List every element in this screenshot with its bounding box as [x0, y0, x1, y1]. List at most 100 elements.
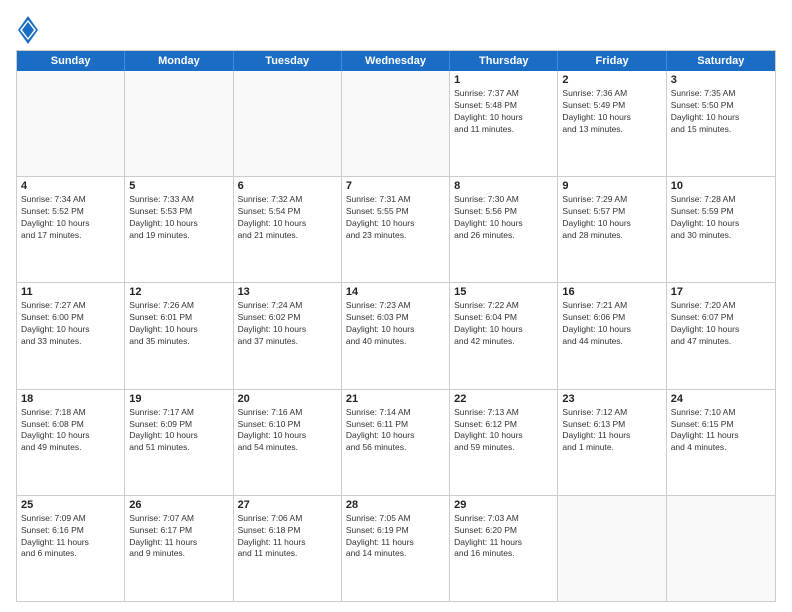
weekday-header: Monday	[125, 51, 233, 71]
calendar-cell	[342, 71, 450, 176]
day-number: 11	[21, 286, 120, 298]
day-number: 1	[454, 74, 553, 86]
calendar-cell: 21Sunrise: 7:14 AM Sunset: 6:11 PM Dayli…	[342, 390, 450, 495]
calendar-cell: 22 Sunrise: 7:13 AM Sunset: 6:12 PM Dayli…	[450, 390, 558, 495]
calendar-header: SundayMondayTuesdayWednesdayThursdayFrid…	[17, 51, 775, 71]
day-info: Sunrise: 7:32 AM Sunset: 5:54 PM Dayligh…	[238, 194, 337, 242]
calendar-cell: 4Sunrise: 7:34 AM Sunset: 5:52 PM Daylig…	[17, 177, 125, 282]
calendar-cell: 6 Sunrise: 7:32 AM Sunset: 5:54 PM Daylig…	[234, 177, 342, 282]
calendar-cell: 29Sunrise: 7:03 AM Sunset: 6:20 PM Dayli…	[450, 496, 558, 601]
day-info: Sunrise: 7:26 AM Sunset: 6:01 PM Dayligh…	[129, 300, 228, 348]
day-number: 19	[129, 393, 228, 405]
weekday-header: Thursday	[450, 51, 558, 71]
day-info: Sunrise: 7:13 AM Sunset: 6:12 PM Dayligh…	[454, 407, 553, 455]
calendar-cell: 9Sunrise: 7:29 AM Sunset: 5:57 PM Daylig…	[558, 177, 666, 282]
day-number: 14	[346, 286, 445, 298]
header	[16, 16, 776, 44]
calendar-cell	[125, 71, 233, 176]
calendar-cell: 15 Sunrise: 7:22 AM Sunset: 6:04 PM Dayli…	[450, 283, 558, 388]
day-info: Sunrise: 7:37 AM Sunset: 5:48 PM Dayligh…	[454, 88, 553, 136]
calendar-cell: 8 Sunrise: 7:30 AM Sunset: 5:56 PM Daylig…	[450, 177, 558, 282]
page: SundayMondayTuesdayWednesdayThursdayFrid…	[0, 0, 792, 612]
day-info: Sunrise: 7:20 AM Sunset: 6:07 PM Dayligh…	[671, 300, 771, 348]
day-info: Sunrise: 7:09 AM Sunset: 6:16 PM Dayligh…	[21, 513, 120, 561]
day-info: Sunrise: 7:22 AM Sunset: 6:04 PM Dayligh…	[454, 300, 553, 348]
calendar-cell: 12 Sunrise: 7:26 AM Sunset: 6:01 PM Dayli…	[125, 283, 233, 388]
day-info: Sunrise: 7:12 AM Sunset: 6:13 PM Dayligh…	[562, 407, 661, 455]
calendar-row: 1 Sunrise: 7:37 AM Sunset: 5:48 PM Daylig…	[17, 71, 775, 177]
day-info: Sunrise: 7:16 AM Sunset: 6:10 PM Dayligh…	[238, 407, 337, 455]
day-number: 7	[346, 180, 445, 192]
day-number: 25	[21, 499, 120, 511]
calendar-cell: 1 Sunrise: 7:37 AM Sunset: 5:48 PM Daylig…	[450, 71, 558, 176]
calendar-cell: 7 Sunrise: 7:31 AM Sunset: 5:55 PM Daylig…	[342, 177, 450, 282]
day-number: 3	[671, 74, 771, 86]
weekday-header: Friday	[558, 51, 666, 71]
day-info: Sunrise: 7:28 AM Sunset: 5:59 PM Dayligh…	[671, 194, 771, 242]
calendar-cell	[17, 71, 125, 176]
day-number: 22	[454, 393, 553, 405]
calendar-cell: 2 Sunrise: 7:36 AM Sunset: 5:49 PM Daylig…	[558, 71, 666, 176]
day-info: Sunrise: 7:36 AM Sunset: 5:49 PM Dayligh…	[562, 88, 661, 136]
day-info: Sunrise: 7:14 AM Sunset: 6:11 PM Dayligh…	[346, 407, 445, 455]
day-info: Sunrise: 7:29 AM Sunset: 5:57 PM Dayligh…	[562, 194, 661, 242]
calendar-cell: 14 Sunrise: 7:23 AM Sunset: 6:03 PM Dayli…	[342, 283, 450, 388]
day-info: Sunrise: 7:06 AM Sunset: 6:18 PM Dayligh…	[238, 513, 337, 561]
day-number: 6	[238, 180, 337, 192]
day-number: 17	[671, 286, 771, 298]
day-number: 28	[346, 499, 445, 511]
logo	[16, 16, 42, 44]
day-number: 18	[21, 393, 120, 405]
calendar-cell: 28 Sunrise: 7:05 AM Sunset: 6:19 PM Dayli…	[342, 496, 450, 601]
day-number: 10	[671, 180, 771, 192]
calendar-cell: 3 Sunrise: 7:35 AM Sunset: 5:50 PM Daylig…	[667, 71, 775, 176]
calendar-row: 11 Sunrise: 7:27 AM Sunset: 6:00 PM Dayli…	[17, 283, 775, 389]
day-number: 15	[454, 286, 553, 298]
day-number: 2	[562, 74, 661, 86]
calendar-cell: 25 Sunrise: 7:09 AM Sunset: 6:16 PM Dayli…	[17, 496, 125, 601]
day-info: Sunrise: 7:30 AM Sunset: 5:56 PM Dayligh…	[454, 194, 553, 242]
day-info: Sunrise: 7:05 AM Sunset: 6:19 PM Dayligh…	[346, 513, 445, 561]
day-info: Sunrise: 7:33 AM Sunset: 5:53 PM Dayligh…	[129, 194, 228, 242]
day-info: Sunrise: 7:35 AM Sunset: 5:50 PM Dayligh…	[671, 88, 771, 136]
calendar-row: 25 Sunrise: 7:09 AM Sunset: 6:16 PM Dayli…	[17, 496, 775, 601]
calendar-row: 18 Sunrise: 7:18 AM Sunset: 6:08 PM Dayli…	[17, 390, 775, 496]
weekday-header: Tuesday	[234, 51, 342, 71]
calendar-cell: 19 Sunrise: 7:17 AM Sunset: 6:09 PM Dayli…	[125, 390, 233, 495]
calendar-cell: 11 Sunrise: 7:27 AM Sunset: 6:00 PM Dayli…	[17, 283, 125, 388]
day-number: 13	[238, 286, 337, 298]
calendar-cell: 18 Sunrise: 7:18 AM Sunset: 6:08 PM Dayli…	[17, 390, 125, 495]
day-number: 12	[129, 286, 228, 298]
calendar-cell: 26 Sunrise: 7:07 AM Sunset: 6:17 PM Dayli…	[125, 496, 233, 601]
calendar-cell: 17 Sunrise: 7:20 AM Sunset: 6:07 PM Dayli…	[667, 283, 775, 388]
weekday-header: Wednesday	[342, 51, 450, 71]
day-number: 8	[454, 180, 553, 192]
day-number: 16	[562, 286, 661, 298]
day-info: Sunrise: 7:03 AM Sunset: 6:20 PM Dayligh…	[454, 513, 553, 561]
day-info: Sunrise: 7:27 AM Sunset: 6:00 PM Dayligh…	[21, 300, 120, 348]
calendar-cell	[558, 496, 666, 601]
day-number: 5	[129, 180, 228, 192]
weekday-header: Sunday	[17, 51, 125, 71]
day-info: Sunrise: 7:17 AM Sunset: 6:09 PM Dayligh…	[129, 407, 228, 455]
calendar-row: 4Sunrise: 7:34 AM Sunset: 5:52 PM Daylig…	[17, 177, 775, 283]
calendar-cell: 24 Sunrise: 7:10 AM Sunset: 6:15 PM Dayli…	[667, 390, 775, 495]
day-number: 4	[21, 180, 120, 192]
calendar: SundayMondayTuesdayWednesdayThursdayFrid…	[16, 50, 776, 602]
day-info: Sunrise: 7:21 AM Sunset: 6:06 PM Dayligh…	[562, 300, 661, 348]
day-number: 20	[238, 393, 337, 405]
calendar-cell	[234, 71, 342, 176]
day-info: Sunrise: 7:23 AM Sunset: 6:03 PM Dayligh…	[346, 300, 445, 348]
day-info: Sunrise: 7:18 AM Sunset: 6:08 PM Dayligh…	[21, 407, 120, 455]
calendar-cell: 5 Sunrise: 7:33 AM Sunset: 5:53 PM Daylig…	[125, 177, 233, 282]
day-info: Sunrise: 7:10 AM Sunset: 6:15 PM Dayligh…	[671, 407, 771, 455]
calendar-cell: 23Sunrise: 7:12 AM Sunset: 6:13 PM Dayli…	[558, 390, 666, 495]
day-info: Sunrise: 7:31 AM Sunset: 5:55 PM Dayligh…	[346, 194, 445, 242]
day-info: Sunrise: 7:07 AM Sunset: 6:17 PM Dayligh…	[129, 513, 228, 561]
calendar-cell: 10 Sunrise: 7:28 AM Sunset: 5:59 PM Dayli…	[667, 177, 775, 282]
day-number: 26	[129, 499, 228, 511]
calendar-cell: 16 Sunrise: 7:21 AM Sunset: 6:06 PM Dayli…	[558, 283, 666, 388]
calendar-body: 1 Sunrise: 7:37 AM Sunset: 5:48 PM Daylig…	[17, 71, 775, 601]
day-number: 24	[671, 393, 771, 405]
calendar-cell	[667, 496, 775, 601]
